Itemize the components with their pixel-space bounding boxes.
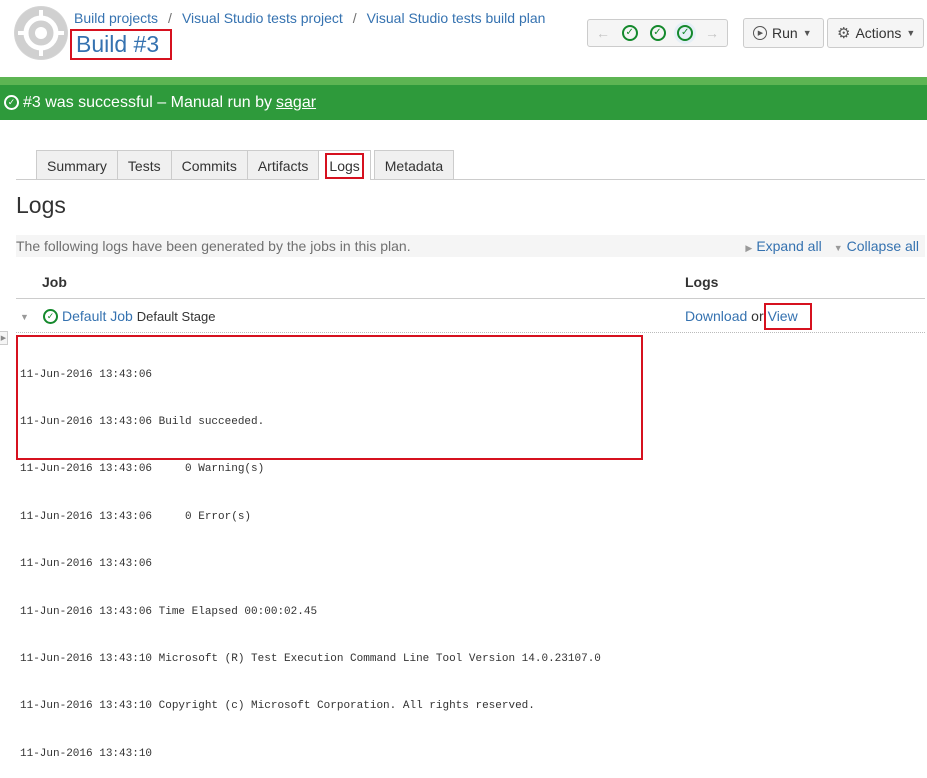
- actions-button-label: Actions: [855, 25, 902, 41]
- logs-info-text: The following logs have been generated b…: [16, 238, 411, 254]
- or-text: or: [751, 308, 764, 324]
- chevron-down-icon: ▼: [802, 28, 812, 38]
- collapse-all-link[interactable]: ▼ Collapse all: [834, 238, 919, 254]
- run-button-label: Run: [772, 25, 798, 41]
- logs-cell: Download or View: [685, 303, 812, 330]
- table-row: ▼ ✓ Default Job Default Stage Download o…: [16, 303, 925, 330]
- collapse-all-label: Collapse all: [846, 238, 919, 254]
- log-line: 11-Jun-2016 13:43:10 Copyright (c) Micro…: [20, 700, 535, 713]
- chevron-right-icon: ▶: [745, 243, 753, 253]
- check-circle-icon: ✓: [4, 95, 19, 110]
- expand-all-link[interactable]: ▶ Expand all: [745, 238, 821, 254]
- job-cell: Default Job Default Stage: [62, 308, 216, 324]
- sidebar-expand-handle[interactable]: ▶: [0, 331, 8, 345]
- job-stage: Default Stage: [136, 309, 216, 324]
- tab-logs-label: Logs: [325, 152, 364, 179]
- tab-divider: [16, 179, 925, 180]
- log-line: 11-Jun-2016 13:43:06 Build succeeded.: [20, 415, 265, 428]
- tab-artifacts[interactable]: Artifacts: [246, 150, 320, 180]
- chevron-down-icon: ▼: [833, 243, 843, 253]
- expand-all-label: Expand all: [756, 238, 822, 254]
- log-line: 11-Jun-2016 13:43:10: [20, 747, 153, 760]
- build-title[interactable]: Build #3: [70, 29, 172, 60]
- bamboo-logo: [14, 6, 68, 60]
- next-build-arrow-icon[interactable]: →: [705, 25, 719, 41]
- build-status-banner: ✓ #3 was successful – Manual run by saga…: [0, 85, 927, 120]
- log-line: 11-Jun-2016 13:43:10 Microsoft (R) Test …: [20, 652, 601, 665]
- log-output: 11-Jun-2016 13:43:06 11-Jun-2016 13:43:0…: [20, 336, 660, 778]
- table-header-divider: [16, 298, 925, 299]
- previous-build-arrow-icon[interactable]: ←: [596, 25, 610, 41]
- build-status-success-icon[interactable]: ✓: [621, 25, 638, 41]
- tab-metadata[interactable]: Metadata: [373, 150, 455, 180]
- collapse-toggle-icon[interactable]: ▼: [20, 312, 29, 322]
- view-log-highlight: View: [763, 303, 812, 330]
- build-status-success-icon[interactable]: ✓: [649, 25, 666, 41]
- column-header-logs: Logs: [685, 274, 719, 290]
- log-line: 11-Jun-2016 13:43:06 0 Warning(s): [20, 463, 265, 476]
- breadcrumb-plan[interactable]: Visual Studio tests build plan: [367, 10, 546, 26]
- column-header-job: Job: [42, 274, 67, 290]
- log-line: 11-Jun-2016 13:43:06: [20, 558, 153, 571]
- tab-commits[interactable]: Commits: [170, 150, 248, 180]
- check-circle-icon: ✓: [43, 309, 58, 324]
- tab-tests[interactable]: Tests: [116, 150, 172, 180]
- log-line: 11-Jun-2016 13:43:06: [20, 368, 153, 381]
- tab-bar: Summary Tests Commits Artifacts Logs Met…: [36, 150, 455, 180]
- job-link[interactable]: Default Job: [62, 308, 133, 324]
- tab-logs[interactable]: Logs: [318, 150, 371, 180]
- tab-summary[interactable]: Summary: [36, 150, 118, 180]
- run-button[interactable]: ▶ Run ▼: [743, 18, 824, 48]
- log-line: 11-Jun-2016 13:43:06 0 Error(s): [20, 510, 252, 523]
- view-log-link[interactable]: View: [768, 308, 798, 324]
- breadcrumb-project[interactable]: Visual Studio tests project: [182, 10, 343, 26]
- actions-button[interactable]: ⚙ Actions ▼: [827, 18, 924, 48]
- bamboo-logo-icon: [15, 7, 67, 59]
- gear-icon: ⚙: [837, 24, 851, 42]
- banner-accent: [0, 77, 927, 85]
- banner-text: #3 was successful – Manual run by: [23, 93, 273, 111]
- breadcrumb-build-projects[interactable]: Build projects: [74, 10, 158, 26]
- play-icon: ▶: [753, 26, 767, 40]
- chevron-down-icon: ▼: [906, 28, 916, 38]
- breadcrumb: Build projects / Visual Studio tests proje…: [74, 10, 546, 26]
- banner-user-link[interactable]: sagar: [276, 94, 316, 112]
- build-status-success-icon[interactable]: ✓: [677, 25, 694, 41]
- page-heading: Logs: [16, 192, 66, 218]
- log-line: 11-Jun-2016 13:43:06 Time Elapsed 00:00:…: [20, 605, 318, 618]
- logs-info-bar: The following logs have been generated b…: [16, 235, 925, 257]
- download-log-link[interactable]: Download: [685, 308, 747, 324]
- build-navigator: ← ✓ ✓ ✓ →: [587, 19, 728, 47]
- row-divider: [16, 332, 925, 333]
